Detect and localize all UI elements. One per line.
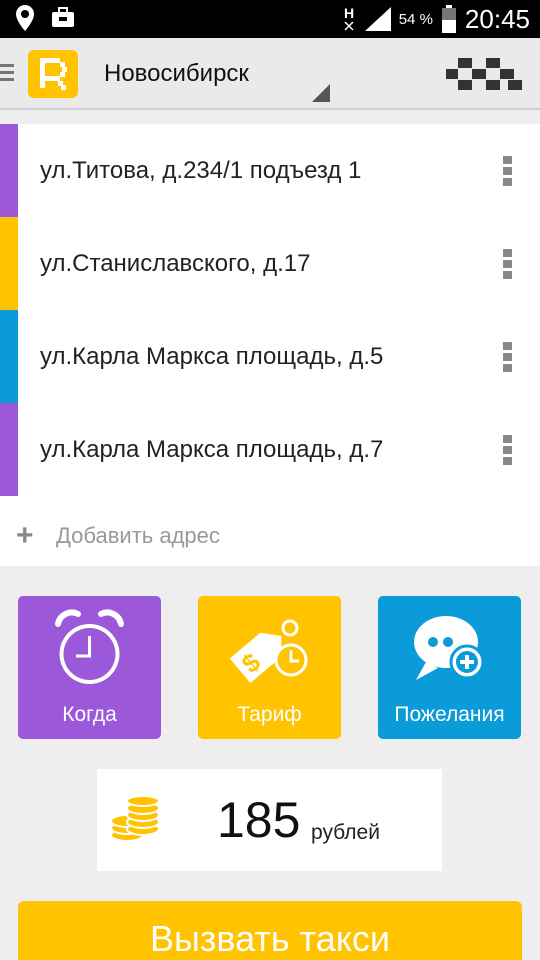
- logo-r-icon: [40, 58, 67, 90]
- tariff-label: Тариф: [237, 703, 302, 726]
- add-address-label: Добавить адрес: [56, 523, 220, 548]
- battery-percent: 54 %: [398, 10, 433, 28]
- svg-text:H: H: [344, 5, 354, 21]
- price-box: 185 рублей: [97, 769, 442, 871]
- city-selector[interactable]: Новосибирск: [104, 60, 249, 88]
- price-tag-icon: $: [229, 619, 308, 683]
- app-logo[interactable]: [28, 50, 78, 98]
- more-vert-icon[interactable]: [503, 435, 513, 468]
- call-taxi-button[interactable]: Вызвать такси: [18, 901, 522, 960]
- wishes-button[interactable]: Пожелания: [378, 596, 521, 739]
- address-text[interactable]: ул.Титова, д.234/1 подъезд 1: [40, 124, 361, 217]
- address-text[interactable]: ул.Карла Маркса площадь, д.5: [40, 310, 383, 403]
- address-color-marker: [0, 124, 18, 217]
- location-pin-icon: [16, 5, 34, 31]
- battery-icon: [441, 5, 456, 33]
- more-vert-icon[interactable]: [503, 342, 513, 375]
- clock: 20:45: [464, 3, 530, 34]
- address-text[interactable]: ул.Станиславского, д.17: [40, 217, 310, 310]
- status-bar: H 54 % 20:45: [0, 0, 540, 38]
- when-button[interactable]: Когда: [18, 596, 161, 739]
- address-color-marker: [0, 310, 18, 403]
- price-value: 185: [217, 792, 301, 848]
- briefcase-icon: [52, 7, 74, 27]
- price-unit: рублей: [311, 821, 380, 844]
- dropdown-arrow-icon[interactable]: [312, 84, 330, 102]
- address-row[interactable]: ул.Станиславского, д.17: [0, 217, 540, 310]
- address-color-marker: [0, 403, 18, 496]
- address-text[interactable]: ул.Карла Маркса площадь, д.7: [40, 403, 383, 496]
- address-row[interactable]: ул.Титова, д.234/1 подъезд 1: [0, 124, 540, 217]
- tariff-button[interactable]: $ Тариф: [198, 596, 341, 739]
- address-row[interactable]: ул.Карла Маркса площадь, д.7: [0, 403, 540, 496]
- signal-icon: [364, 7, 391, 31]
- network-h-icon: H: [344, 5, 354, 31]
- chat-bubble-plus-icon: [414, 616, 485, 680]
- menu-icon[interactable]: [0, 64, 14, 84]
- coins-icon: [110, 795, 160, 842]
- wishes-label: Пожелания: [394, 703, 505, 726]
- plus-icon: +: [16, 519, 34, 552]
- more-vert-icon[interactable]: [503, 249, 513, 282]
- taxi-checker-icon: [446, 58, 522, 90]
- when-label: Когда: [62, 703, 117, 726]
- more-vert-icon[interactable]: [503, 156, 513, 189]
- address-row[interactable]: ул.Карла Маркса площадь, д.5: [0, 310, 540, 403]
- address-color-marker: [0, 217, 18, 310]
- add-address-button[interactable]: + Добавить адрес: [16, 520, 220, 552]
- app-header: Новосибирск: [0, 38, 540, 110]
- address-list: ул.Титова, д.234/1 подъезд 1 ул.Станисла…: [0, 124, 540, 566]
- alarm-clock-icon: [55, 609, 124, 684]
